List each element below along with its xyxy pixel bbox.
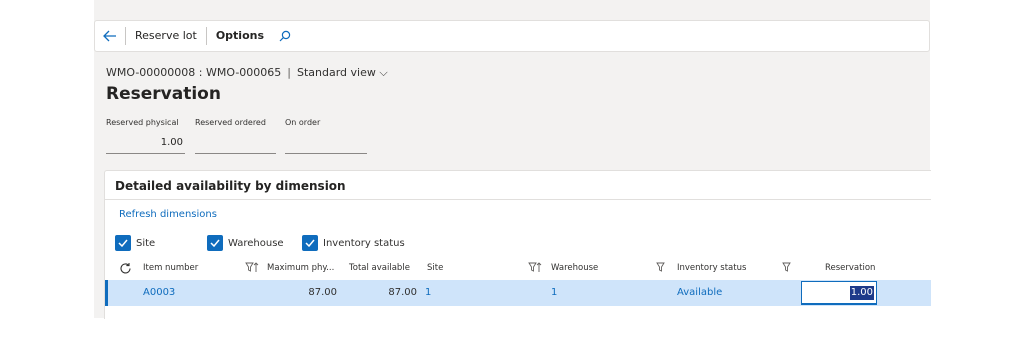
refresh-icon[interactable]: [119, 262, 132, 278]
on-order-label: On order: [285, 118, 321, 127]
column-header-warehouse[interactable]: Warehouse: [551, 263, 598, 273]
inventory-status-cell[interactable]: Available: [677, 287, 722, 298]
reserved-ordered-label: Reserved ordered: [195, 118, 266, 127]
options-tab[interactable]: Options: [207, 21, 273, 51]
warehouse-checkbox[interactable]: Warehouse: [207, 235, 284, 251]
checkmark-icon: [302, 235, 318, 251]
action-pane: Reserve lot Options: [94, 20, 930, 52]
inventory-status-checkbox[interactable]: Inventory status: [302, 235, 405, 251]
maximum-physical-cell: 87.00: [308, 287, 337, 298]
reserved-ordered-value[interactable]: [195, 134, 276, 154]
section-title: Detailed availability by dimension: [115, 179, 346, 193]
section-divider: [105, 199, 931, 200]
column-header-inventory-status[interactable]: Inventory status: [677, 263, 746, 273]
column-header-maximum-physical[interactable]: Maximum phy...: [267, 263, 334, 273]
reservation-input[interactable]: 1.00: [801, 281, 877, 305]
inventory-status-checkbox-label: Inventory status: [323, 237, 405, 249]
reserved-physical-label: Reserved physical: [106, 118, 179, 127]
reservation-value: 1.00: [849, 286, 874, 300]
reserved-physical-field: Reserved physical 1.00: [106, 118, 185, 154]
view-selector-label: Standard view: [297, 66, 376, 79]
site-cell[interactable]: 1: [425, 287, 431, 298]
warehouse-checkbox-label: Warehouse: [228, 237, 284, 249]
on-order-value[interactable]: [285, 134, 367, 154]
breadcrumb: WMO-00000008 : WMO-000065 | Standard view …: [106, 66, 388, 80]
column-header-site[interactable]: Site: [427, 263, 443, 273]
column-header-total-available[interactable]: Total available: [349, 263, 410, 273]
total-available-cell: 87.00: [388, 287, 417, 298]
chevron-down-icon: ⌵: [379, 66, 388, 79]
breadcrumb-separator: |: [287, 66, 291, 79]
item-number-cell[interactable]: A0003: [143, 287, 175, 298]
reserved-ordered-field: Reserved ordered: [195, 118, 276, 154]
warehouse-cell[interactable]: 1: [551, 287, 557, 298]
refresh-dimensions-link[interactable]: Refresh dimensions: [119, 209, 217, 220]
page-title: Reservation: [106, 84, 221, 104]
reserve-lot-button[interactable]: Reserve lot: [126, 21, 206, 51]
view-selector[interactable]: Standard view ⌵: [297, 66, 388, 79]
record-identifier: WMO-00000008 : WMO-000065: [106, 66, 282, 79]
column-header-reservation[interactable]: Reservation: [825, 263, 875, 273]
filter-sort-icon[interactable]: [245, 262, 259, 276]
back-arrow-icon[interactable]: [95, 21, 125, 51]
filter-sort-icon[interactable]: [528, 262, 542, 276]
checkmark-icon: [115, 235, 131, 251]
site-checkbox[interactable]: Site: [115, 235, 155, 251]
checkmark-icon: [207, 235, 223, 251]
app-window: Reserve lot Options WMO-00000008 : WMO-0…: [94, 0, 931, 319]
on-order-field: On order: [285, 118, 367, 154]
detailed-availability-section: Detailed availability by dimension Refre…: [104, 170, 931, 319]
table-row[interactable]: A0003 87.00 87.00 1 1 Available 1.00: [105, 280, 931, 306]
search-icon[interactable]: [273, 21, 297, 51]
grid-header: Item number Maximum phy... Total availab…: [105, 259, 931, 279]
column-header-item-number[interactable]: Item number: [143, 263, 198, 273]
filter-icon[interactable]: [782, 262, 791, 275]
selected-row-indicator: [105, 280, 108, 306]
reserved-physical-value[interactable]: 1.00: [106, 134, 185, 154]
filter-icon[interactable]: [656, 262, 665, 275]
site-checkbox-label: Site: [136, 237, 156, 249]
